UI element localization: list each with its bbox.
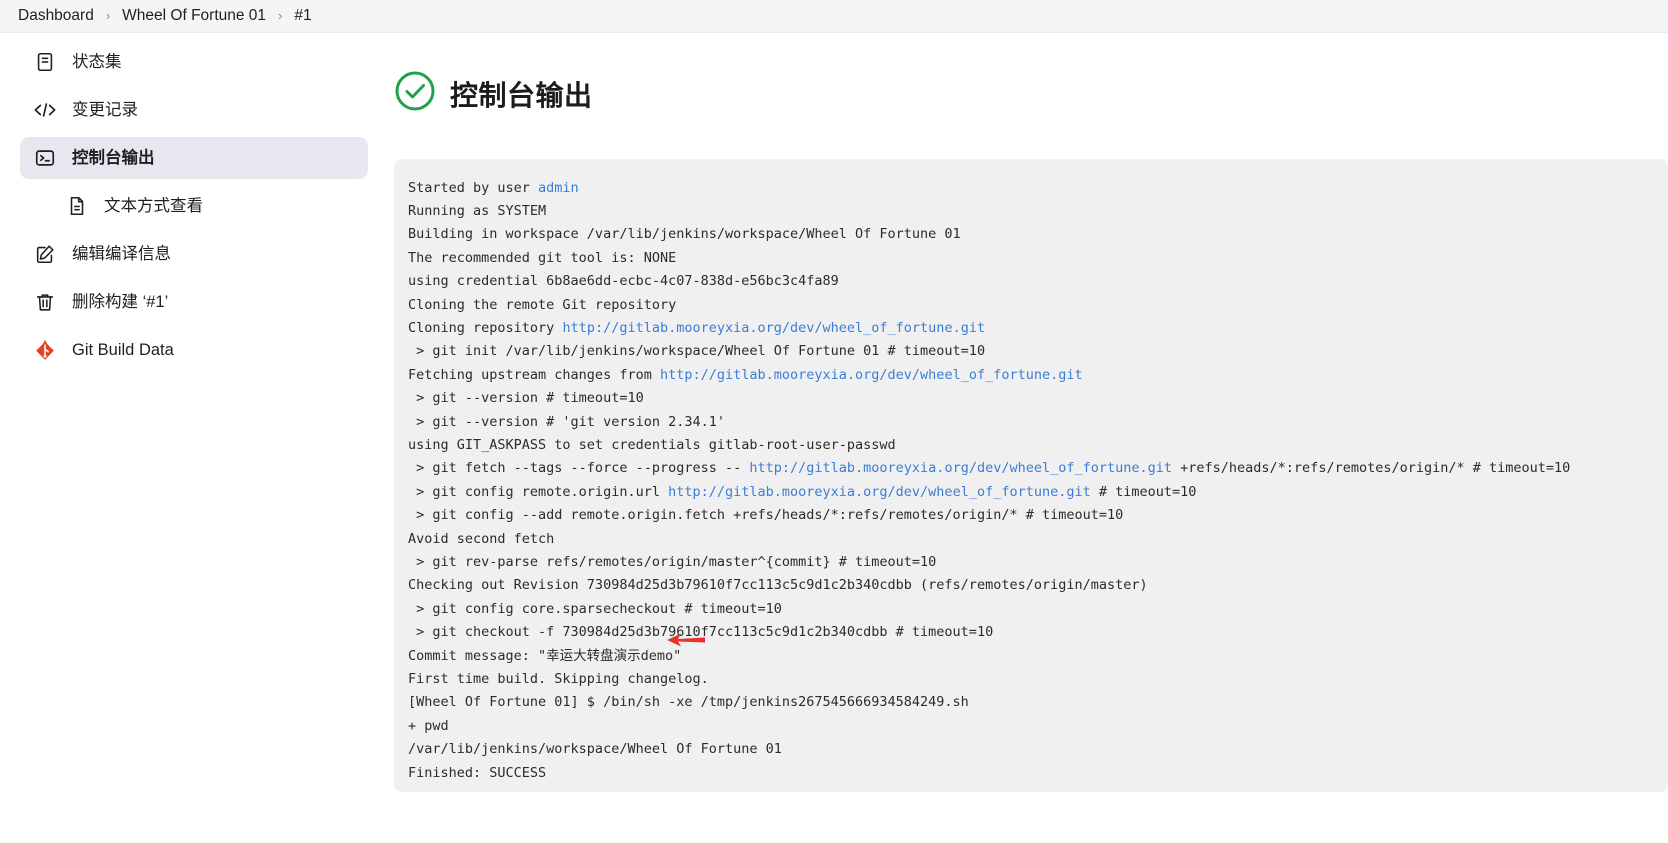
console-line: Cloning the remote Git repository: [408, 294, 1668, 317]
breadcrumb: Dashboard › Wheel Of Fortune 01 › #1: [0, 0, 1668, 33]
console-line: > git rev-parse refs/remotes/origin/mast…: [408, 551, 1668, 574]
console-line: > git checkout -f 730984d25d3b79610f7cc1…: [408, 621, 1668, 644]
breadcrumb-item-2[interactable]: Wheel Of Fortune 01: [122, 7, 266, 25]
console-log: Started by user admin Running as SYSTEM Bu…: [408, 177, 1668, 786]
console-header: 控制台输出: [380, 43, 1668, 133]
console-line: > git init /var/lib/jenkins/workspace/Wh…: [408, 340, 1668, 363]
console-text: > git --version # timeout=10: [408, 390, 644, 407]
breadcrumb-separator: ›: [278, 7, 283, 23]
console-text: Cloning repository: [408, 319, 563, 336]
console-link[interactable]: http://gitlab.mooreyxia.org/dev/wheel_of…: [668, 484, 1091, 500]
console-line: Started by user admin: [408, 177, 1668, 200]
console-text: > git config remote.origin.url: [408, 483, 669, 500]
console-text: Checking out Revision 730984d25d3b79610f…: [408, 577, 1148, 594]
console-link[interactable]: http://gitlab.mooreyxia.org/dev/wheel_of…: [660, 367, 1083, 383]
page-body: 状态集 变更记录 控制台输出 文本方式查看 编辑编译信息 删除构建 ‘#1’ Git Bui…: [0, 33, 1668, 843]
file-text-icon: [64, 194, 90, 218]
console-line: > git --version # 'git version 2.34.1': [408, 411, 1668, 434]
console-text: Building in workspace /var/lib/jenkins/w…: [408, 226, 961, 243]
sidebar-item-label: 变更记录: [72, 100, 138, 119]
console-text: Started by user: [408, 179, 539, 196]
sidebar-item-label: 删除构建 ‘#1’: [72, 292, 169, 311]
console-text: > git checkout -f 730984d25d3b79610f7cc1…: [408, 624, 994, 641]
console-link[interactable]: http://gitlab.mooreyxia.org/dev/wheel_of…: [562, 320, 985, 336]
console-line: > git config --add remote.origin.fetch +…: [408, 504, 1668, 527]
console-link[interactable]: http://gitlab.mooreyxia.org/dev/wheel_of…: [749, 460, 1172, 476]
console-line: First time build. Skipping changelog.: [408, 668, 1668, 691]
sidebar-item-label: 编辑编译信息: [72, 244, 171, 263]
sidebar-item-4[interactable]: 文本方式查看: [20, 185, 368, 227]
console-text: Cloning the remote Git repository: [408, 296, 677, 313]
console-output-panel[interactable]: Started by user admin Running as SYSTEM Bu…: [394, 158, 1668, 792]
console-text: Fetching upstream changes from: [408, 366, 660, 383]
console-line: /var/lib/jenkins/workspace/Wheel Of Fort…: [408, 738, 1668, 761]
code-icon: [32, 98, 58, 122]
console-text: # timeout=10: [1090, 483, 1197, 500]
console-line: > git config remote.origin.url http://gi…: [408, 481, 1668, 504]
git-icon: [32, 338, 58, 362]
console-text: > git init /var/lib/jenkins/workspace/Wh…: [408, 343, 986, 360]
sidebar-item-label: 控制台输出: [72, 148, 155, 167]
console-line: Commit message: "幸运大转盘演示demo": [408, 645, 1668, 668]
breadcrumb-separator: ›: [105, 7, 111, 23]
console-line: Checking out Revision 730984d25d3b79610f…: [408, 574, 1668, 597]
console-line: Finished: SUCCESS: [408, 762, 1668, 785]
console-line: Fetching upstream changes from http://gi…: [408, 364, 1668, 387]
console-text: [Wheel Of Fortune 01] $ /bin/sh -xe /tmp…: [408, 694, 969, 711]
console-text: +refs/heads/*:refs/remotes/origin/* # ti…: [1172, 460, 1571, 477]
console-line: using credential 6b8ae6dd-ecbc-4c07-838d…: [408, 270, 1668, 293]
trash-icon: [32, 290, 58, 314]
console-text: The recommended git tool is: NONE: [408, 249, 677, 266]
console-text: Running as SYSTEM: [408, 202, 547, 219]
console-line: Cloning repository http://gitlab.mooreyx…: [408, 317, 1668, 340]
console-line: Building in workspace /var/lib/jenkins/w…: [408, 223, 1668, 246]
sidebar-item-7[interactable]: Git Build Data: [20, 329, 368, 371]
edit-icon: [32, 242, 58, 266]
page-title: 控制台输出: [450, 79, 593, 111]
sidebar-item-5[interactable]: 编辑编译信息: [20, 233, 368, 275]
console-text: using GIT_ASKPASS to set credentials git…: [408, 436, 896, 453]
sidebar-item-label: 文本方式查看: [104, 196, 203, 215]
console-line: The recommended git tool is: NONE: [408, 247, 1668, 270]
console-text: > git fetch --tags --force --progress --: [408, 460, 750, 477]
console-line: + pwd: [408, 715, 1668, 738]
terminal-icon: [32, 146, 58, 170]
breadcrumb-item-3[interactable]: #1: [294, 7, 311, 25]
console-text: Avoid second fetch: [408, 530, 555, 547]
sidebar-item-6[interactable]: 删除构建 ‘#1’: [20, 281, 368, 323]
console-text: First time build. Skipping changelog.: [408, 671, 709, 688]
console-text: > git config --add remote.origin.fetch +…: [408, 507, 1124, 524]
console-text: + pwd: [408, 717, 449, 734]
breadcrumb-item-1[interactable]: Dashboard: [18, 7, 94, 25]
console-text: > git config core.sparsecheckout # timeo…: [408, 600, 782, 617]
console-line: Running as SYSTEM: [408, 200, 1668, 223]
sidebar-item-label: Git Build Data: [72, 340, 174, 359]
console-text: > git rev-parse refs/remotes/origin/mast…: [408, 554, 937, 570]
console-text: /var/lib/jenkins/workspace/Wheel Of Fort…: [408, 741, 782, 758]
sidebar-item-3[interactable]: 控制台输出: [20, 137, 368, 179]
console-text: using credential 6b8ae6dd-ecbc-4c07-838d…: [408, 273, 839, 290]
main-content: 控制台输出 Started by user admin Running as SY…: [380, 33, 1668, 843]
console-text: Commit message: "幸运大转盘演示demo": [408, 647, 682, 664]
console-line: > git config core.sparsecheckout # timeo…: [408, 598, 1668, 621]
console-line: > git --version # timeout=10: [408, 387, 1668, 410]
console-link[interactable]: admin: [538, 180, 579, 196]
console-line: [Wheel Of Fortune 01] $ /bin/sh -xe /tmp…: [408, 691, 1668, 714]
sidebar-item-2[interactable]: 变更记录: [20, 89, 368, 131]
console-line: > git fetch --tags --force --progress --…: [408, 457, 1668, 480]
sidebar: 状态集变更记录控制台输出文本方式查看编辑编译信息 删除构建 ‘#1’ Git Bui…: [0, 33, 380, 843]
console-text: Finished: SUCCESS: [408, 764, 547, 781]
sidebar-item-label: 状态集: [72, 52, 122, 71]
console-text: > git --version # 'git version 2.34.1': [408, 413, 725, 430]
sidebar-item-1[interactable]: 状态集: [20, 41, 368, 83]
console-line: Avoid second fetch: [408, 528, 1668, 551]
check-circle-icon: [394, 70, 436, 117]
console-line: using GIT_ASKPASS to set credentials git…: [408, 434, 1668, 457]
document-icon: [32, 50, 58, 74]
